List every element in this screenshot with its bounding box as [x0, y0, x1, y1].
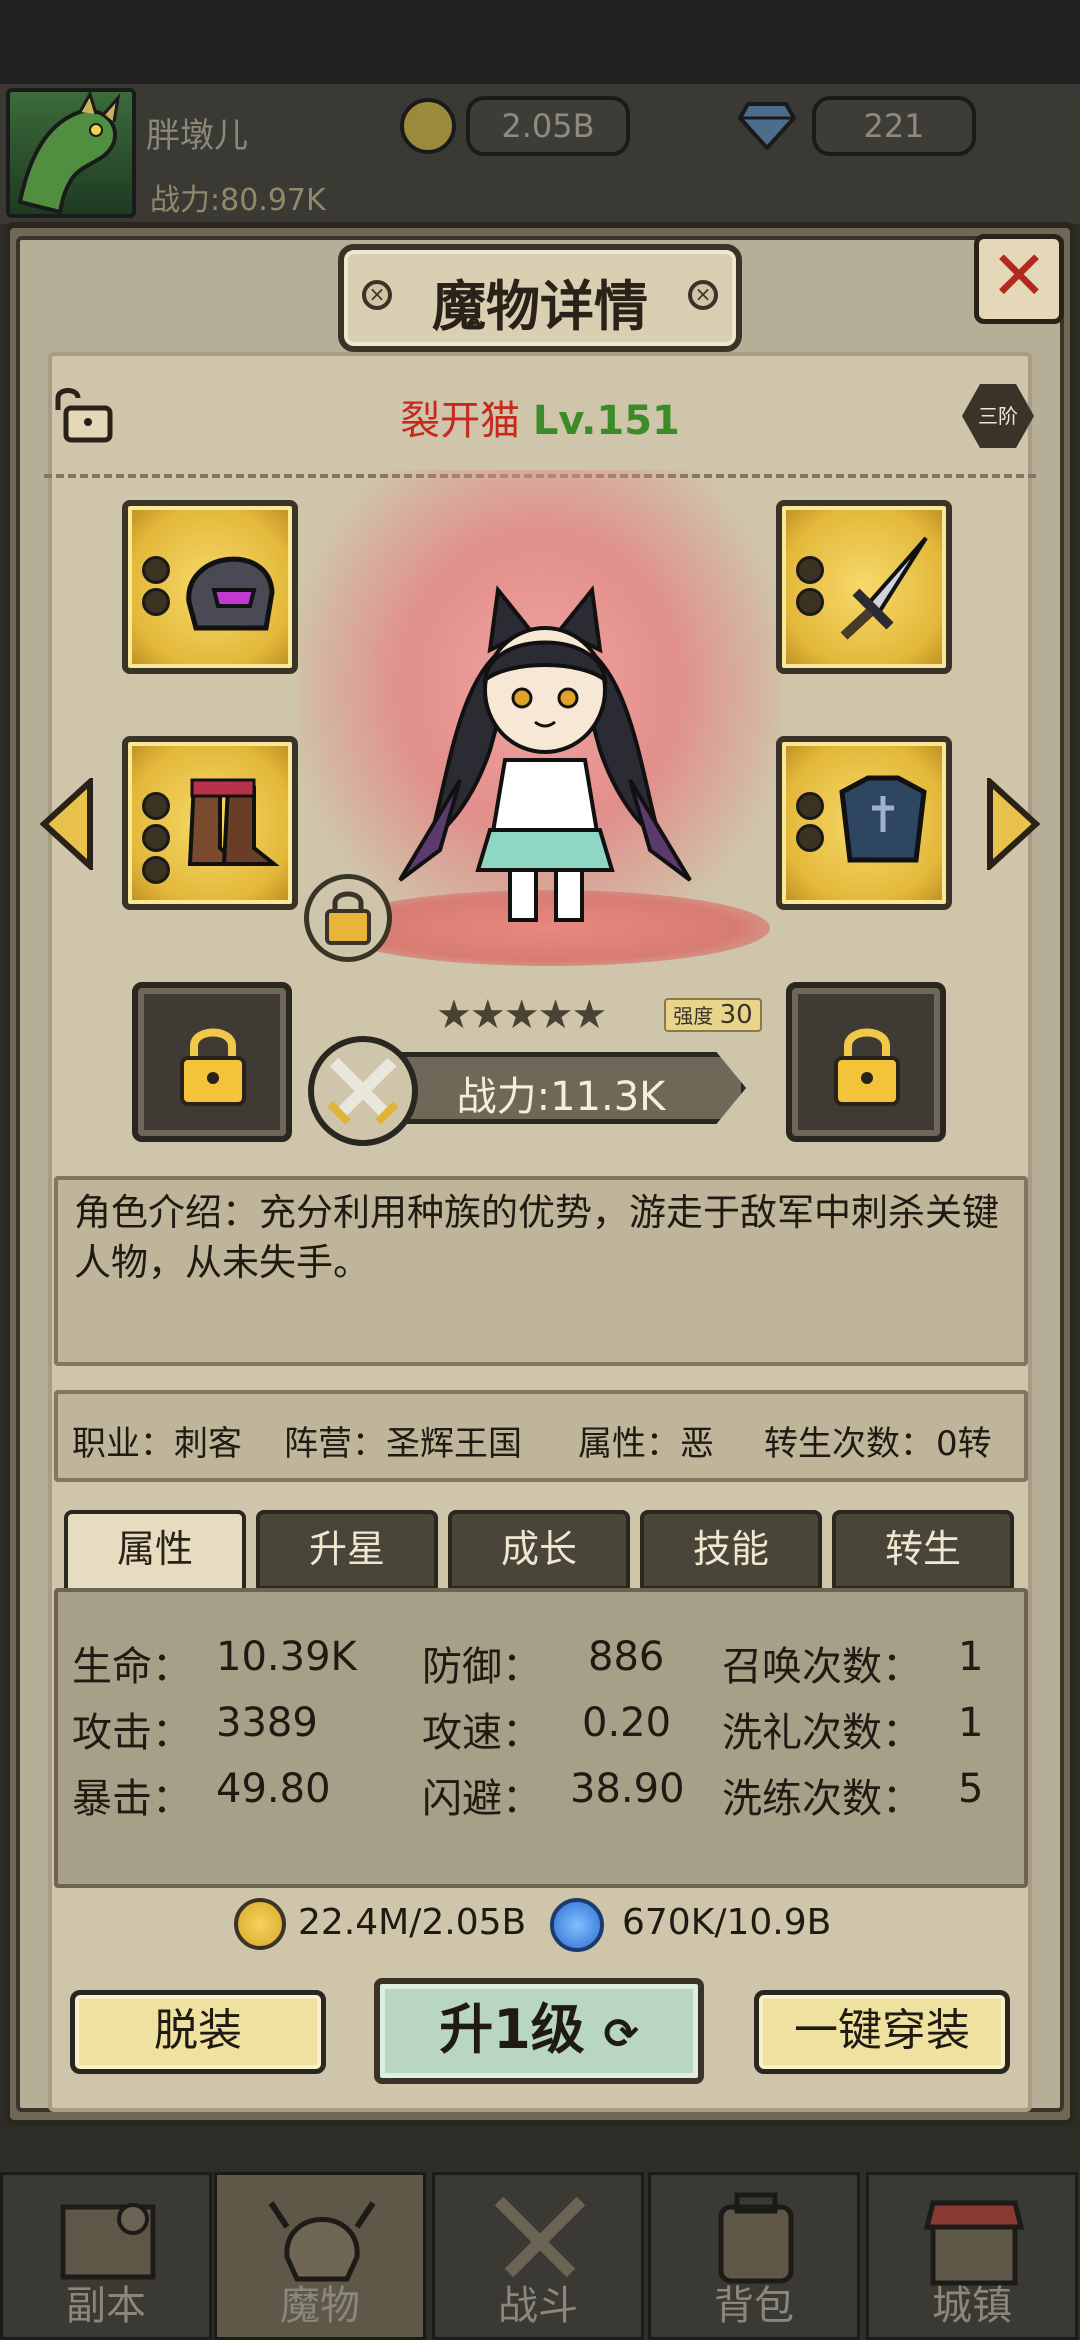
- rebirth-label: 转生次数：: [764, 1424, 934, 1464]
- stat-value: 1: [958, 1700, 984, 1746]
- class-value: 刺客: [174, 1424, 242, 1464]
- stat-label: 洗礼次数：: [722, 1710, 922, 1756]
- padlock-icon: [834, 1028, 900, 1106]
- town-shop-icon: [923, 2200, 1025, 2286]
- close-button[interactable]: ✕: [974, 234, 1064, 324]
- armor-icon: [839, 775, 927, 863]
- backpack-icon: [718, 2192, 794, 2284]
- nav-label: 背包: [714, 2283, 794, 2329]
- tab-star-up[interactable]: 升星: [256, 1510, 438, 1590]
- rebirth-value: 0转: [936, 1424, 992, 1464]
- stat-label: 召唤次数：: [722, 1644, 922, 1690]
- stat-value: 49.80: [216, 1766, 331, 1812]
- nav-town[interactable]: 城镇: [866, 2172, 1078, 2340]
- nav-label: 战斗: [498, 2283, 578, 2329]
- monster-power: 战力:11.3K: [456, 1074, 666, 1120]
- gem-amount[interactable]: 221: [812, 96, 976, 156]
- gold-coin-icon: [400, 98, 456, 154]
- tab-skills[interactable]: 技能: [640, 1510, 822, 1590]
- stats-panel: 生命： 10.39K 防御： 886 召唤次数： 1 攻击： 3389 攻速： …: [54, 1588, 1028, 1888]
- stat-label: 防御：: [422, 1644, 542, 1690]
- armor-slot[interactable]: [776, 736, 952, 910]
- tab-attributes[interactable]: 属性: [64, 1510, 246, 1594]
- skin-lock-button[interactable]: [304, 874, 392, 962]
- boots-slot[interactable]: [122, 736, 298, 910]
- padlock-icon: [180, 1028, 246, 1106]
- level-up-label: 升1级: [439, 1998, 585, 2061]
- nav-dungeon[interactable]: 副本: [0, 2172, 212, 2340]
- padlock-icon: [325, 891, 371, 945]
- monster-title: 裂开猫 Lv.151: [0, 388, 1080, 446]
- character-info-bar: 职业： 刺客 阵营： 圣辉王国 属性： 恶 转生次数： 0转: [54, 1390, 1028, 1482]
- level-up-button[interactable]: 升1级 ⟳: [374, 1978, 704, 2084]
- stat-value: 10.39K: [216, 1634, 357, 1680]
- strength-badge: 强度 30: [664, 998, 762, 1032]
- stat-label: 洗练次数：: [722, 1776, 922, 1822]
- tab-growth[interactable]: 成长: [448, 1510, 630, 1590]
- stat-value: 5: [958, 1766, 984, 1812]
- stat-label: 闪避：: [422, 1776, 542, 1822]
- player-power: 战力:80.97K: [150, 183, 326, 218]
- crossed-swords-icon: [494, 2196, 586, 2278]
- stat-label: 暴击：: [72, 1776, 192, 1822]
- star-rating: ★★★★★: [436, 992, 607, 1038]
- gold-cost: 22.4M/2.05B: [298, 1902, 527, 1943]
- nav-battle[interactable]: 战斗: [432, 2172, 644, 2340]
- stat-label: 攻速：: [422, 1710, 542, 1756]
- nav-label: 魔物: [280, 2283, 360, 2329]
- class-label: 职业：: [72, 1424, 174, 1464]
- stat-value: 1: [958, 1634, 984, 1680]
- nav-backpack[interactable]: 背包: [648, 2172, 860, 2340]
- weapon-slot[interactable]: [776, 500, 952, 674]
- auto-equip-button[interactable]: 一键穿装: [754, 1990, 1010, 2074]
- refresh-icon: ⟳: [603, 2009, 639, 2058]
- diamond-icon: [738, 102, 796, 150]
- locked-slot-right[interactable]: [786, 982, 946, 1142]
- nav-monsters[interactable]: 魔物: [214, 2172, 426, 2340]
- stat-label: 生命：: [72, 1644, 192, 1690]
- monster-name: 裂开猫: [400, 398, 521, 444]
- unequip-button[interactable]: 脱装: [70, 1990, 326, 2074]
- helmet-icon: [186, 556, 275, 631]
- status-bar: [0, 0, 1080, 84]
- essence-cost: 670K/10.9B: [622, 1902, 832, 1943]
- helmet-slot[interactable]: [122, 500, 298, 674]
- crossed-swords-icon: [327, 1057, 399, 1125]
- monster-level: Lv.151: [532, 398, 680, 444]
- locked-slot-left[interactable]: [132, 982, 292, 1142]
- essence-orb-icon: [550, 1898, 604, 1952]
- map-icon: [60, 2203, 156, 2280]
- faction-value: 圣辉王国: [386, 1424, 522, 1464]
- alignment-label: 属性：: [578, 1424, 680, 1464]
- stat-value: 0.20: [582, 1700, 672, 1746]
- player-avatar[interactable]: [6, 88, 136, 218]
- dragon-avatar-icon: [17, 92, 121, 214]
- boots-icon: [187, 778, 280, 866]
- tab-rebirth[interactable]: 转生: [832, 1510, 1014, 1590]
- player-name: 胖墩儿: [146, 116, 248, 156]
- alignment-value: 恶: [680, 1424, 714, 1464]
- panel-title: 魔物详情: [432, 275, 648, 338]
- cat-girl-character: [398, 585, 692, 922]
- faction-label: 阵营：: [284, 1424, 386, 1464]
- stat-value: 38.90: [570, 1766, 685, 1812]
- monster-helmet-icon: [268, 2201, 376, 2282]
- sword-icon: [840, 536, 928, 640]
- gold-amount[interactable]: 2.05B: [466, 96, 630, 156]
- strength-value: 30: [719, 1000, 753, 1030]
- next-monster-arrow[interactable]: [986, 778, 1042, 870]
- stat-label: 攻击：: [72, 1710, 192, 1756]
- stat-value: 886: [588, 1634, 665, 1680]
- stat-value: 3389: [216, 1700, 318, 1746]
- nav-label: 副本: [66, 2283, 146, 2329]
- strength-label: 强度: [673, 1004, 714, 1028]
- nav-label: 城镇: [932, 2283, 1012, 2329]
- crossed-swords-badge: [308, 1036, 418, 1146]
- previous-monster-arrow[interactable]: [38, 778, 94, 870]
- character-intro: 角色介绍：充分利用种族的优势，游走于敌军中刺杀关键人物，从未失手。: [54, 1176, 1028, 1366]
- gold-coin-icon: [234, 1898, 286, 1950]
